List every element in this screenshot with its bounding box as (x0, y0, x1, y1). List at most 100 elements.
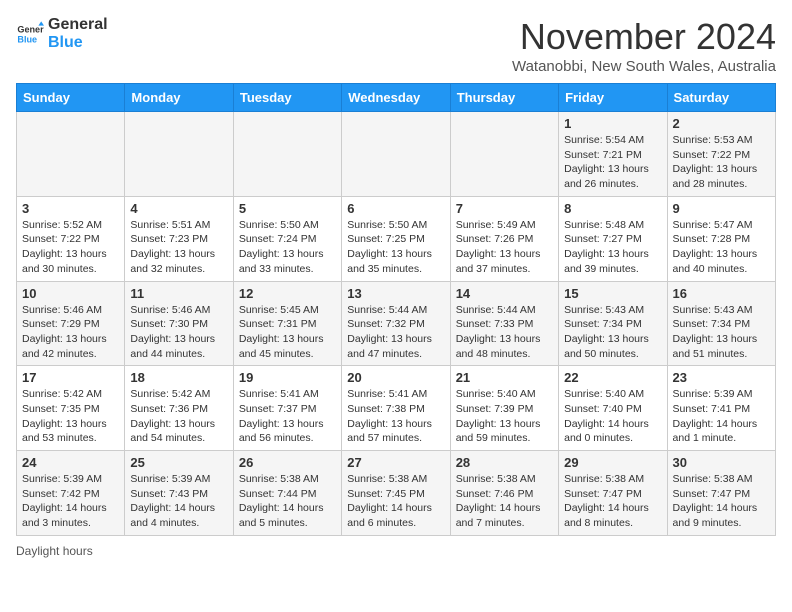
legend: Daylight hours (16, 544, 776, 558)
day-cell: 6 Sunrise: 5:50 AM Sunset: 7:25 PM Daylig… (342, 196, 450, 281)
day-number: 18 (130, 370, 227, 385)
day-info: Sunrise: 5:41 AM Sunset: 7:38 PM Dayligh… (347, 387, 444, 446)
day-number: 14 (456, 286, 553, 301)
week-row-2: 3Sunrise: 5:52 AM Sunset: 7:22 PM Daylig… (17, 196, 776, 281)
day-info: Sunrise: 5:44 AM Sunset: 7:33 PM Dayligh… (456, 303, 553, 362)
day-number: 22 (564, 370, 661, 385)
day-cell: 17 Sunrise: 5:42 AM Sunset: 7:35 PM Dayli… (17, 366, 125, 451)
logo-icon: General Blue (16, 20, 44, 48)
day-info: Sunrise: 5:50 AM Sunset: 7:24 PM Dayligh… (239, 218, 336, 277)
logo: General Blue General Blue (16, 16, 108, 51)
day-cell: 30Sunrise: 5:38 AM Sunset: 7:47 PM Dayli… (667, 451, 775, 536)
day-cell (233, 112, 341, 197)
day-cell: 12 Sunrise: 5:45 AM Sunset: 7:31 PM Dayli… (233, 281, 341, 366)
day-info: Sunrise: 5:50 AM Sunset: 7:25 PM Dayligh… (347, 218, 444, 277)
day-number: 5 (239, 201, 336, 216)
day-info: Sunrise: 5:39 AM Sunset: 7:43 PM Dayligh… (130, 472, 227, 531)
header-saturday: Saturday (667, 84, 775, 112)
day-info: Sunrise: 5:40 AM Sunset: 7:39 PM Dayligh… (456, 387, 553, 446)
day-info: Sunrise: 5:49 AM Sunset: 7:26 PM Dayligh… (456, 218, 553, 277)
day-cell: 8 Sunrise: 5:48 AM Sunset: 7:27 PM Daylig… (559, 196, 667, 281)
day-cell: 14 Sunrise: 5:44 AM Sunset: 7:33 PM Dayli… (450, 281, 558, 366)
day-number: 23 (673, 370, 770, 385)
day-info: Sunrise: 5:39 AM Sunset: 7:42 PM Dayligh… (22, 472, 119, 531)
day-number: 28 (456, 455, 553, 470)
day-cell: 7 Sunrise: 5:49 AM Sunset: 7:26 PM Daylig… (450, 196, 558, 281)
day-info: Sunrise: 5:38 AM Sunset: 7:47 PM Dayligh… (673, 472, 770, 531)
svg-text:Blue: Blue (17, 34, 37, 44)
day-number: 11 (130, 286, 227, 301)
day-info: Sunrise: 5:42 AM Sunset: 7:35 PM Dayligh… (22, 387, 119, 446)
day-cell: 18 Sunrise: 5:42 AM Sunset: 7:36 PM Dayli… (125, 366, 233, 451)
day-number: 26 (239, 455, 336, 470)
day-cell: 26 Sunrise: 5:38 AM Sunset: 7:44 PM Dayli… (233, 451, 341, 536)
day-cell: 24 Sunrise: 5:39 AM Sunset: 7:42 PM Dayli… (17, 451, 125, 536)
day-info: Sunrise: 5:47 AM Sunset: 7:28 PM Dayligh… (673, 218, 770, 277)
day-info: Sunrise: 5:38 AM Sunset: 7:45 PM Dayligh… (347, 472, 444, 531)
location-subtitle: Watanobbi, New South Wales, Australia (512, 58, 776, 75)
day-cell (342, 112, 450, 197)
day-info: Sunrise: 5:46 AM Sunset: 7:29 PM Dayligh… (22, 303, 119, 362)
day-info: Sunrise: 5:45 AM Sunset: 7:31 PM Dayligh… (239, 303, 336, 362)
header-monday: Monday (125, 84, 233, 112)
day-cell: 19 Sunrise: 5:41 AM Sunset: 7:37 PM Dayli… (233, 366, 341, 451)
day-cell: 27Sunrise: 5:38 AM Sunset: 7:45 PM Dayli… (342, 451, 450, 536)
day-cell (450, 112, 558, 197)
day-cell: 2 Sunrise: 5:53 AM Sunset: 7:22 PM Daylig… (667, 112, 775, 197)
day-cell: 9 Sunrise: 5:47 AM Sunset: 7:28 PM Daylig… (667, 196, 775, 281)
logo-blue: Blue (48, 34, 108, 52)
day-info: Sunrise: 5:51 AM Sunset: 7:23 PM Dayligh… (130, 218, 227, 277)
calendar-header-row: SundayMondayTuesdayWednesdayThursdayFrid… (17, 84, 776, 112)
day-number: 2 (673, 116, 770, 131)
header: General Blue General Blue November 2024 … (16, 16, 776, 75)
day-cell: 1 Sunrise: 5:54 AM Sunset: 7:21 PM Daylig… (559, 112, 667, 197)
week-row-4: 17 Sunrise: 5:42 AM Sunset: 7:35 PM Dayli… (17, 366, 776, 451)
header-tuesday: Tuesday (233, 84, 341, 112)
day-cell (125, 112, 233, 197)
day-number: 1 (564, 116, 661, 131)
day-number: 8 (564, 201, 661, 216)
day-cell: 16Sunrise: 5:43 AM Sunset: 7:34 PM Dayli… (667, 281, 775, 366)
day-number: 17 (22, 370, 119, 385)
day-info: Sunrise: 5:48 AM Sunset: 7:27 PM Dayligh… (564, 218, 661, 277)
day-info: Sunrise: 5:39 AM Sunset: 7:41 PM Dayligh… (673, 387, 770, 446)
day-number: 24 (22, 455, 119, 470)
day-cell: 23 Sunrise: 5:39 AM Sunset: 7:41 PM Dayli… (667, 366, 775, 451)
header-sunday: Sunday (17, 84, 125, 112)
day-info: Sunrise: 5:42 AM Sunset: 7:36 PM Dayligh… (130, 387, 227, 446)
day-cell: 20Sunrise: 5:41 AM Sunset: 7:38 PM Dayli… (342, 366, 450, 451)
day-info: Sunrise: 5:38 AM Sunset: 7:47 PM Dayligh… (564, 472, 661, 531)
day-info: Sunrise: 5:41 AM Sunset: 7:37 PM Dayligh… (239, 387, 336, 446)
day-number: 4 (130, 201, 227, 216)
day-info: Sunrise: 5:53 AM Sunset: 7:22 PM Dayligh… (673, 133, 770, 192)
day-number: 10 (22, 286, 119, 301)
day-number: 9 (673, 201, 770, 216)
day-number: 3 (22, 201, 119, 216)
day-cell: 13Sunrise: 5:44 AM Sunset: 7:32 PM Dayli… (342, 281, 450, 366)
day-info: Sunrise: 5:38 AM Sunset: 7:44 PM Dayligh… (239, 472, 336, 531)
day-number: 19 (239, 370, 336, 385)
day-cell: 25Sunrise: 5:39 AM Sunset: 7:43 PM Dayli… (125, 451, 233, 536)
day-cell (17, 112, 125, 197)
day-cell: 28 Sunrise: 5:38 AM Sunset: 7:46 PM Dayli… (450, 451, 558, 536)
day-info: Sunrise: 5:44 AM Sunset: 7:32 PM Dayligh… (347, 303, 444, 362)
week-row-3: 10 Sunrise: 5:46 AM Sunset: 7:29 PM Dayli… (17, 281, 776, 366)
day-info: Sunrise: 5:40 AM Sunset: 7:40 PM Dayligh… (564, 387, 661, 446)
day-info: Sunrise: 5:38 AM Sunset: 7:46 PM Dayligh… (456, 472, 553, 531)
day-info: Sunrise: 5:43 AM Sunset: 7:34 PM Dayligh… (564, 303, 661, 362)
day-number: 6 (347, 201, 444, 216)
day-cell: 4 Sunrise: 5:51 AM Sunset: 7:23 PM Daylig… (125, 196, 233, 281)
day-info: Sunrise: 5:54 AM Sunset: 7:21 PM Dayligh… (564, 133, 661, 192)
day-number: 15 (564, 286, 661, 301)
calendar-table: SundayMondayTuesdayWednesdayThursdayFrid… (16, 83, 776, 536)
day-info: Sunrise: 5:46 AM Sunset: 7:30 PM Dayligh… (130, 303, 227, 362)
day-cell: 15 Sunrise: 5:43 AM Sunset: 7:34 PM Dayli… (559, 281, 667, 366)
month-title: November 2024 (512, 16, 776, 58)
header-friday: Friday (559, 84, 667, 112)
header-thursday: Thursday (450, 84, 558, 112)
day-cell: 22 Sunrise: 5:40 AM Sunset: 7:40 PM Dayli… (559, 366, 667, 451)
svg-text:General: General (17, 24, 44, 34)
week-row-1: 1 Sunrise: 5:54 AM Sunset: 7:21 PM Daylig… (17, 112, 776, 197)
day-number: 12 (239, 286, 336, 301)
day-number: 7 (456, 201, 553, 216)
